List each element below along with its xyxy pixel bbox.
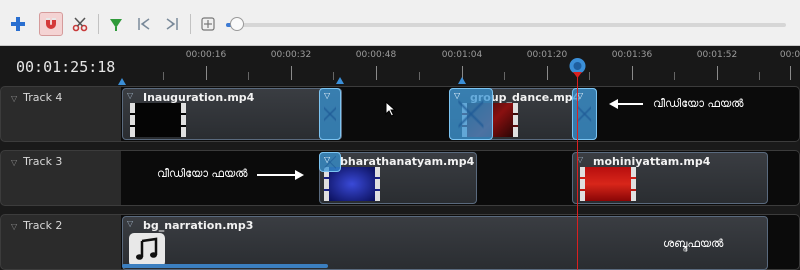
ruler-tick-label: 00:00:32: [270, 50, 312, 60]
timeline-marker[interactable]: [458, 77, 466, 84]
timeline-toolbar: [0, 0, 800, 46]
clip-bg-narration[interactable]: ▽ bg_narration.mp3 ശബ്ദഫയൽ: [122, 216, 768, 270]
track-label: ▽ Track 4: [11, 91, 62, 104]
toolbar-separator: [98, 14, 99, 34]
track-label: ▽ Track 3: [11, 155, 62, 168]
mouse-cursor-icon: [385, 101, 397, 117]
ruler-tick: [790, 66, 791, 80]
chevron-down-icon: ▽: [127, 219, 134, 228]
zoom-slider-handle[interactable]: [230, 17, 244, 31]
clip-title: bg_narration.mp3: [143, 219, 254, 232]
chevron-down-icon: ▽: [11, 222, 18, 231]
track-2[interactable]: ▽ Track 2 ▽ bg_narration.mp3 ശബ്ദഫയൽ: [0, 214, 800, 270]
chevron-down-icon: ▽: [11, 94, 18, 103]
clip-thumbnail: [324, 167, 380, 201]
annotation-label: വീഡിയോ ഫയൽ: [653, 97, 744, 110]
clip-thumbnail: [580, 167, 636, 201]
ruler-tick-label: 00:01:04: [441, 50, 483, 60]
chevron-down-icon: ▽: [454, 91, 461, 100]
chevron-down-icon: ▽: [11, 158, 18, 167]
center-timeline-icon: [201, 17, 215, 31]
audio-file-thumbnail: [129, 233, 165, 267]
timeline-ruler[interactable]: 00:01:25:18 00:00:16 00:00:32 00:00:48 0…: [0, 46, 800, 86]
center-playhead-button[interactable]: [196, 12, 220, 36]
ruler-tick: [674, 72, 675, 80]
annotation-label: ശബ്ദഫയൽ: [663, 237, 724, 250]
plus-icon: [11, 17, 25, 31]
ruler-tick: [717, 66, 718, 80]
ruler-tick: [547, 66, 548, 80]
previous-marker-icon: [138, 18, 150, 30]
ruler-tick: [589, 72, 590, 80]
transition[interactable]: ▽: [449, 88, 493, 140]
ruler-tick: [632, 66, 633, 80]
ruler-tick: [291, 66, 292, 80]
clip-mohiniyattam[interactable]: ▽ mohiniyattam.mp4: [572, 152, 768, 204]
music-note-icon: [136, 237, 158, 260]
track-3[interactable]: ▽ Track 3 ▽ bharathanatyam.mp4 ▽ mohiniya…: [0, 150, 800, 206]
ruler-tick: [333, 72, 334, 80]
transition[interactable]: ▽: [572, 88, 597, 140]
track-4[interactable]: ▽Track 4 ▽ Inauguration.mp4 ▽ group_danc…: [0, 86, 800, 142]
timeline-marker[interactable]: [336, 77, 344, 84]
transition[interactable]: ▽: [319, 152, 341, 172]
zoom-slider[interactable]: [226, 23, 786, 27]
previous-marker-button[interactable]: [132, 12, 156, 36]
track-name: Track 3: [23, 155, 63, 168]
ruler-tick: [376, 66, 377, 80]
ruler-tick-label: 00:0: [779, 50, 800, 60]
ruler-tick: [248, 72, 249, 80]
track-name: Track 2: [23, 219, 63, 232]
track-label: ▽ Track 2: [11, 219, 62, 232]
marker-icon: [110, 19, 122, 31]
ruler-tick-label: 00:00:48: [355, 50, 397, 60]
annotation-arrow: [257, 174, 295, 176]
scissors-icon: [72, 17, 88, 32]
ruler-tick: [419, 72, 420, 80]
transition[interactable]: ▽: [319, 88, 341, 140]
ruler-tick-label: 00:01:52: [696, 50, 738, 60]
playhead-handle[interactable]: [568, 58, 587, 78]
magnet-icon: [46, 18, 56, 29]
ruler-tick-label: 00:01:36: [611, 50, 653, 60]
add-track-button[interactable]: [6, 12, 30, 36]
clip-bharathanatyam[interactable]: ▽ bharathanatyam.mp4: [319, 152, 477, 204]
clip-thumbnail: [130, 103, 186, 137]
track-name: Track 4: [23, 91, 63, 104]
annotation-arrow: [617, 103, 643, 105]
ruler-tick: [504, 72, 505, 80]
chevron-down-icon: ▽: [324, 91, 331, 100]
ruler-tick: [163, 72, 164, 80]
playhead-line[interactable]: [577, 62, 578, 270]
annotation-label: വീഡിയോ ഫയൽ: [157, 167, 248, 180]
timeline-marker[interactable]: [118, 78, 126, 85]
add-marker-button[interactable]: [104, 12, 128, 36]
chevron-down-icon: ▽: [324, 155, 331, 164]
timeline-editor: 00:01:25:18 00:00:16 00:00:32 00:00:48 0…: [0, 0, 800, 270]
clip-inauguration[interactable]: ▽ Inauguration.mp4: [122, 88, 342, 140]
ruler-tick-label: 00:00:16: [185, 50, 227, 60]
horizontal-scrollbar[interactable]: [122, 264, 328, 268]
snap-toggle-button[interactable]: [39, 12, 63, 36]
ruler-tick-label: 00:01:20: [526, 50, 568, 60]
ruler-tick: [206, 66, 207, 80]
next-marker-icon: [166, 18, 178, 30]
playhead-timecode: 00:01:25:18: [16, 58, 116, 76]
arrow-right-icon: [295, 170, 304, 180]
next-marker-button[interactable]: [160, 12, 184, 36]
chevron-down-icon: ▽: [127, 91, 134, 100]
razor-button[interactable]: [68, 12, 92, 36]
ruler-tick: [759, 72, 760, 80]
toolbar-separator: [190, 14, 191, 34]
